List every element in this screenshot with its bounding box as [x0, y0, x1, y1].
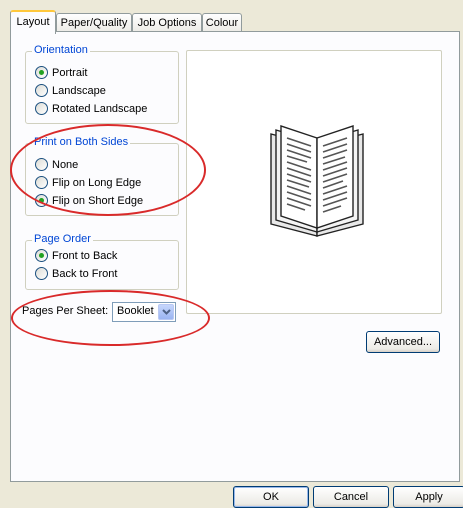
page-order-legend: Page Order — [32, 233, 93, 245]
radio-button-icon — [35, 176, 48, 189]
pages-per-sheet-label: Pages Per Sheet: — [22, 305, 109, 317]
radio-button-icon — [35, 158, 48, 171]
radio-label: None — [52, 158, 79, 171]
radio-label: Back to Front — [52, 267, 118, 280]
radio-label: Flip on Short Edge — [52, 194, 144, 207]
radio-button-selected-icon — [35, 66, 48, 79]
chevron-down-icon[interactable] — [158, 304, 174, 320]
radio-portrait[interactable]: Portrait — [35, 66, 87, 79]
layout-preview — [186, 50, 442, 314]
radio-flip-short-edge[interactable]: Flip on Short Edge — [35, 194, 143, 207]
radio-rotated-landscape[interactable]: Rotated Landscape — [35, 102, 147, 115]
radio-button-selected-icon — [35, 194, 48, 207]
both-sides-legend: Print on Both Sides — [32, 136, 131, 148]
radio-button-icon — [35, 267, 48, 280]
page-order-group: Page Order — [25, 233, 179, 290]
radio-button-icon — [35, 84, 48, 97]
radio-button-icon — [35, 102, 48, 115]
advanced-button[interactable]: Advanced... — [366, 331, 440, 353]
orientation-legend: Orientation — [32, 44, 90, 56]
radio-label: Front to Back — [52, 249, 118, 262]
pages-per-sheet-select[interactable]: Booklet — [112, 302, 176, 322]
radio-front-to-back[interactable]: Front to Back — [35, 249, 117, 262]
radio-label: Landscape — [52, 84, 106, 97]
radio-label: Portrait — [52, 66, 88, 79]
radio-button-selected-icon — [35, 249, 48, 262]
radio-none[interactable]: None — [35, 158, 78, 171]
radio-label: Rotated Landscape — [52, 102, 148, 115]
open-book-icon — [270, 125, 364, 237]
radio-label: Flip on Long Edge — [52, 176, 142, 189]
radio-landscape[interactable]: Landscape — [35, 84, 106, 97]
radio-flip-long-edge[interactable]: Flip on Long Edge — [35, 176, 141, 189]
radio-back-to-front[interactable]: Back to Front — [35, 267, 117, 280]
pages-per-sheet-value: Booklet — [117, 305, 154, 317]
